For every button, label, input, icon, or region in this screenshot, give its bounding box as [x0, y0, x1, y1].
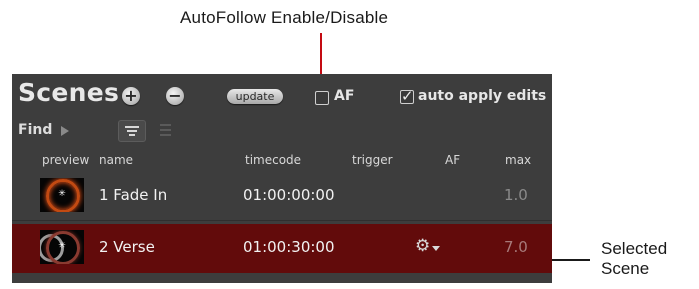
- callout-autofollow-label: AutoFollow Enable/Disable: [180, 8, 389, 27]
- auto-apply-checkbox[interactable]: ✓: [400, 87, 414, 105]
- chevron-down-icon[interactable]: [432, 246, 440, 251]
- scene-max: 7.0: [504, 238, 528, 256]
- remove-scene-button[interactable]: −: [166, 87, 184, 105]
- af-checkbox-label: AF: [334, 88, 355, 104]
- scene-timecode: 01:00:00:00: [243, 186, 335, 204]
- scene-name: 1 Fade In: [99, 186, 168, 204]
- scene-timecode: 01:00:30:00: [243, 238, 335, 256]
- header-timecode[interactable]: timecode: [245, 153, 301, 167]
- panel-title: Scenes: [18, 78, 120, 107]
- header-preview[interactable]: preview: [42, 153, 89, 167]
- add-scene-button[interactable]: +: [122, 87, 140, 105]
- callout-selected-line1: Selected: [601, 239, 668, 258]
- scenes-panel: Scenes + − update AF ✓ auto apply edits …: [12, 74, 552, 283]
- scene-row[interactable]: ✳ 1 Fade In 01:00:00:00 1.0: [12, 172, 552, 221]
- header-name[interactable]: name: [99, 153, 133, 167]
- callout-selected-line2: Scene: [601, 259, 650, 278]
- checkmark-icon: ✓: [401, 87, 414, 105]
- find-label[interactable]: Find: [18, 122, 52, 138]
- scene-preview-thumbnail: ✳: [40, 230, 84, 264]
- header-max[interactable]: max: [505, 153, 531, 167]
- preview-spark-icon: ✳: [58, 188, 66, 198]
- plus-icon: +: [124, 86, 138, 105]
- callout-selected-line: [552, 259, 590, 261]
- find-row: Find: [12, 118, 552, 146]
- list-filter-disabled-button[interactable]: [156, 121, 176, 139]
- gear-icon[interactable]: ⚙: [415, 236, 430, 256]
- af-checkbox[interactable]: [315, 91, 329, 105]
- auto-apply-label: auto apply edits: [418, 88, 547, 104]
- row-divider: [12, 220, 552, 221]
- column-headers: preview name timecode trigger AF max: [12, 150, 552, 172]
- filter-button[interactable]: [118, 120, 146, 142]
- scene-row-selected[interactable]: ✳ 2 Verse 01:00:30:00 ⚙ 7.0: [12, 224, 552, 273]
- header-trigger[interactable]: trigger: [352, 153, 393, 167]
- minus-icon: −: [168, 86, 182, 105]
- header-af[interactable]: AF: [445, 153, 460, 167]
- update-button[interactable]: update: [227, 89, 283, 104]
- preview-spark-icon: ✳: [58, 240, 66, 250]
- scene-name: 2 Verse: [99, 238, 155, 256]
- scene-max: 1.0: [504, 186, 528, 204]
- callout-selected-scene-label: Selected Scene: [601, 239, 667, 279]
- disclosure-arrow-icon[interactable]: [61, 126, 69, 136]
- scenes-titlebar: Scenes + − update AF ✓ auto apply edits: [12, 74, 552, 118]
- scene-preview-thumbnail: ✳: [40, 178, 84, 212]
